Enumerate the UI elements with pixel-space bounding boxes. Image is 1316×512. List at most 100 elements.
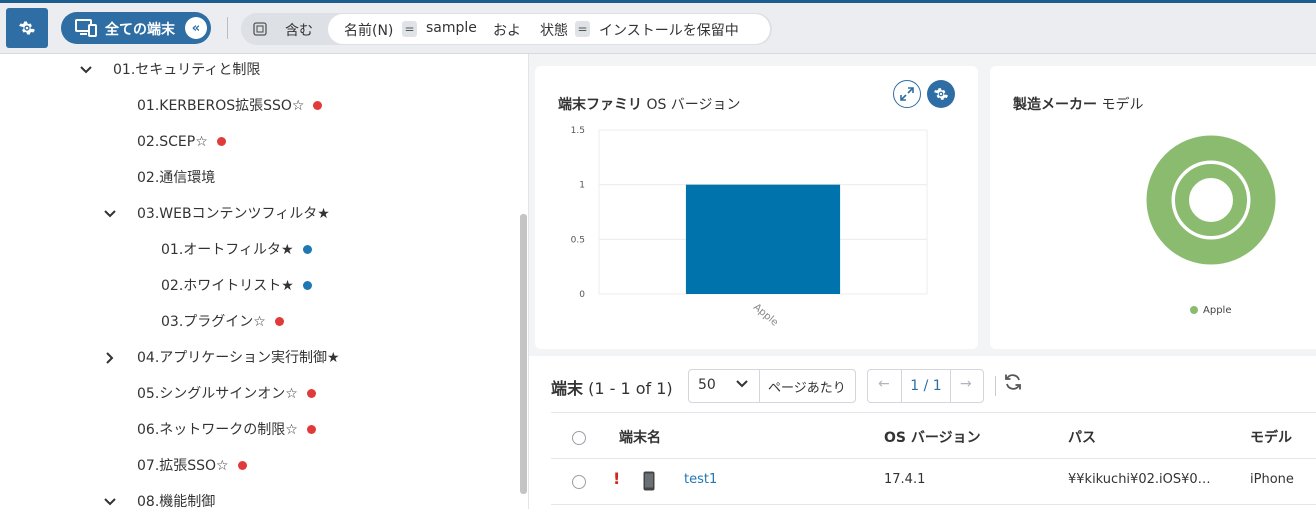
filter-value-status: インストールを保留中 <box>599 23 739 39</box>
divider <box>759 370 760 402</box>
all-devices-label: 全ての端末 <box>105 22 175 38</box>
manufacturer-pie-chart: Apple <box>1146 135 1276 316</box>
tree-item[interactable]: 01.KERBEROS拡張SSO☆ <box>137 96 323 116</box>
tree-item-label: 04.アプリケーション実行制御★ <box>137 350 340 366</box>
tree-item[interactable]: 02.通信環境 <box>137 168 215 188</box>
tree-item-label: 02.SCEP☆ <box>137 134 208 150</box>
filter-equals: = <box>575 21 590 37</box>
device-table-panel: 端末 (1 - 1 of 1) 50 ページあたり ← 1 / 1 → 端末名 … <box>529 356 1316 509</box>
model-cell: iPhone <box>1250 472 1294 487</box>
y-tick-label: 1 <box>579 181 585 191</box>
filter-value-name: sample <box>426 20 477 36</box>
bar <box>685 184 841 294</box>
chevron-down-icon[interactable] <box>80 64 92 76</box>
table-header-border <box>551 458 1316 459</box>
tree-item-label: 01.KERBEROS拡張SSO☆ <box>137 98 305 114</box>
tree-item[interactable]: 03.プラグイン☆ <box>161 312 284 332</box>
smartphone-icon <box>643 471 655 491</box>
status-dot <box>306 425 316 434</box>
per-page-label: ページあたり <box>768 381 846 396</box>
chevron-right-icon[interactable] <box>104 352 116 364</box>
column-header-model[interactable]: モデル <box>1250 427 1292 447</box>
x-tick-label: Apple <box>751 302 780 329</box>
chevron-down-icon[interactable] <box>104 496 116 508</box>
tree-item-label: 02.通信環境 <box>137 170 216 186</box>
status-dot <box>274 317 284 326</box>
os-version-cell: 17.4.1 <box>884 472 926 487</box>
y-tick-label: 0 <box>579 290 585 300</box>
device-name-link[interactable]: test1 <box>684 472 717 487</box>
tree-item[interactable]: 02.ホワイトリスト★ <box>161 276 312 296</box>
legend-marker <box>1190 306 1198 314</box>
select-all-radio[interactable] <box>572 431 586 445</box>
status-dot <box>313 101 323 110</box>
tree-scrollbar[interactable] <box>520 214 527 494</box>
status-dot <box>302 245 312 254</box>
chevron-down-icon[interactable] <box>104 208 116 220</box>
y-tick-label: 0.5 <box>571 235 585 245</box>
toolbar-divider <box>995 376 996 396</box>
y-tick-label: 1.5 <box>571 126 585 136</box>
filter-bar[interactable]: 含む 名前(N) = sample およ 状態 = インストールを保留中 <box>241 13 772 45</box>
legend-label: Apple <box>1203 305 1231 316</box>
filter-conditions[interactable]: 名前(N) = sample およ 状態 = インストールを保留中 <box>328 14 770 44</box>
table-top-border <box>551 412 1316 413</box>
all-devices-button[interactable]: 全ての端末 « <box>61 12 211 44</box>
table-title: 端末 (1 - 1 of 1) <box>551 375 673 399</box>
filter-equals: = <box>402 21 417 37</box>
tree-item[interactable]: 08.機能制御 <box>104 492 215 512</box>
collapse-icon[interactable]: « <box>185 17 207 39</box>
filter-toggle-icon <box>253 22 267 36</box>
per-page-value[interactable]: 50 <box>698 377 716 393</box>
tree-item[interactable]: 03.WEBコンテンツフィルタ★ <box>104 204 330 224</box>
tree-item[interactable]: 01.オートフィルタ★ <box>161 240 312 260</box>
tree-item[interactable]: 04.アプリケーション実行制御★ <box>104 348 340 368</box>
filter-operator[interactable]: 含む <box>285 20 313 40</box>
refresh-icon[interactable] <box>1003 372 1023 392</box>
status-dot <box>306 389 316 398</box>
chevron-down-icon[interactable] <box>736 378 748 390</box>
os-version-card: 端末ファミリ OS バージョン 0 0.5 1 1.5 Apple <box>535 66 978 349</box>
tree-item-label: 01.セキュリティと制限 <box>113 62 261 78</box>
pie-slice <box>1146 135 1276 265</box>
alert-icon: ! <box>613 469 621 488</box>
tree-item[interactable]: 05.シングルサインオン☆ <box>137 384 316 404</box>
tree-item-label: 06.ネットワークの制限☆ <box>137 422 298 438</box>
filter-conjunction: およ <box>493 23 521 39</box>
dashboard-area: 端末ファミリ OS バージョン 0 0.5 1 1.5 Apple 製造メーカー モデル… <box>529 54 1316 509</box>
column-header-name[interactable]: 端末名 <box>619 427 661 447</box>
per-page-select[interactable]: 50 ページあたり <box>688 369 856 403</box>
filter-field-name: 名前(N) <box>344 23 394 39</box>
devices-icon <box>75 19 97 37</box>
tree-item[interactable]: 06.ネットワークの制限☆ <box>137 420 316 440</box>
tree-item[interactable]: 07.拡張SSO☆ <box>137 456 247 476</box>
table-row-border <box>551 504 1316 505</box>
tree-item[interactable]: 01.セキュリティと制限 <box>80 60 260 80</box>
status-dot <box>216 137 226 146</box>
tree-item-label: 01.オートフィルタ★ <box>161 242 294 258</box>
group-tree: 01.セキュリティと制限 01.KERBEROS拡張SSO☆ 02.SCEP☆ … <box>0 54 529 512</box>
table-title-bold: 端末 <box>551 379 584 398</box>
tree-item-label: 05.シングルサインオン☆ <box>137 386 298 402</box>
filter-toolbar: 全ての端末 « 含む 名前(N) = sample およ 状態 = インストール… <box>0 3 1316 54</box>
toolbar-divider <box>227 17 228 39</box>
gear-icon <box>19 21 35 35</box>
page-indicator: 1 / 1 <box>901 370 951 402</box>
os-version-bar-chart: 0 0.5 1 1.5 Apple <box>571 126 928 329</box>
tree-item-label: 08.機能制御 <box>137 494 216 510</box>
column-header-os-version[interactable]: OS バージョン <box>884 427 981 447</box>
filter-field-status: 状態 <box>540 23 568 39</box>
prev-page-button[interactable]: ← <box>878 376 890 392</box>
tree-item-label: 03.WEBコンテンツフィルタ★ <box>137 206 330 222</box>
next-page-button[interactable]: → <box>960 376 972 392</box>
row-select-radio[interactable] <box>572 475 586 489</box>
pie-slice-inner <box>1175 164 1247 236</box>
tree-item[interactable]: 02.SCEP☆ <box>137 132 226 152</box>
column-header-path[interactable]: パス <box>1068 427 1096 447</box>
status-dot <box>302 281 312 290</box>
status-dot <box>237 461 247 470</box>
manufacturer-card: 製造メーカー モデル Apple <box>990 66 1316 349</box>
tree-item-label: 03.プラグイン☆ <box>161 314 266 330</box>
settings-button[interactable] <box>6 8 48 48</box>
pagination: ← 1 / 1 → <box>867 369 984 403</box>
